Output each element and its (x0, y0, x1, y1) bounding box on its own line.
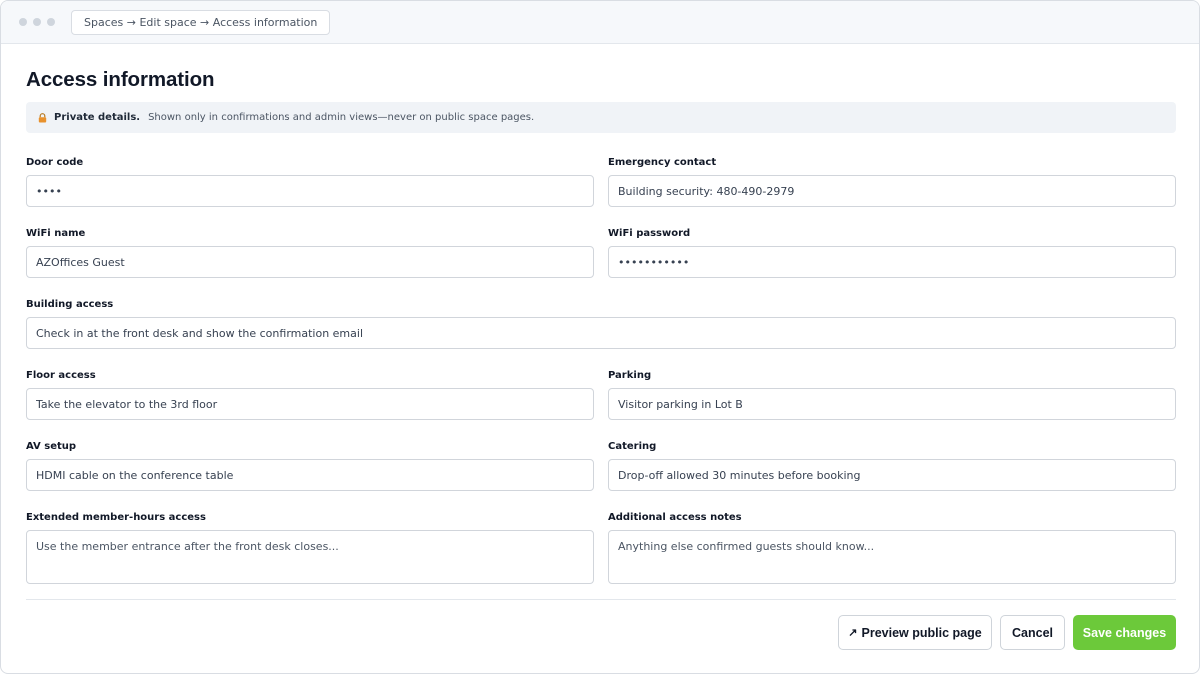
av-setup-label: AV setup (26, 441, 77, 452)
app-window: Spaces → Edit space → Access information… (0, 0, 1200, 674)
catering-input[interactable] (608, 459, 1176, 491)
notice-strong: Private details. (54, 112, 141, 123)
preview-button-label: Preview public page (861, 625, 982, 640)
floor-access-label: Floor access (26, 370, 96, 381)
av-setup-input[interactable] (26, 459, 594, 491)
additional-notes-textarea[interactable] (608, 530, 1176, 584)
building-access-label: Building access (26, 299, 114, 310)
window-dot-maximize[interactable] (47, 18, 55, 26)
page-title: Access information (26, 68, 215, 91)
parking-input[interactable] (608, 388, 1176, 420)
cancel-button[interactable]: Cancel (1000, 615, 1065, 650)
extended-hours-textarea[interactable] (26, 530, 594, 584)
external-link-icon: ↗ (848, 627, 858, 639)
wifi-password-label: WiFi password (608, 228, 691, 239)
parking-label: Parking (608, 370, 652, 381)
lock-icon (38, 112, 50, 123)
window-dot-minimize[interactable] (33, 18, 41, 26)
building-access-input[interactable] (26, 317, 1176, 349)
door-code-input[interactable] (26, 175, 594, 207)
preview-public-page-button[interactable]: ↗ Preview public page (838, 615, 992, 650)
extended-hours-label: Extended member-hours access (26, 512, 206, 523)
footer-divider (26, 599, 1176, 600)
window-controls (19, 18, 55, 26)
notice-text: Shown only in confirmations and admin vi… (148, 112, 535, 123)
wifi-password-input[interactable] (608, 246, 1176, 278)
additional-notes-label: Additional access notes (608, 512, 742, 523)
door-code-label: Door code (26, 157, 84, 168)
save-changes-button[interactable]: Save changes (1073, 615, 1176, 650)
emergency-contact-label: Emergency contact (608, 157, 717, 168)
breadcrumb: Spaces → Edit space → Access information (71, 9, 331, 35)
private-notice: Private details. Shown only in confirmat… (26, 102, 1176, 133)
floor-access-input[interactable] (26, 388, 594, 420)
emergency-contact-input[interactable] (608, 175, 1176, 207)
title-bar: Spaces → Edit space → Access information (1, 1, 1199, 44)
wifi-name-label: WiFi name (26, 228, 86, 239)
wifi-name-input[interactable] (26, 246, 594, 278)
catering-label: Catering (608, 441, 657, 452)
window-dot-close[interactable] (19, 18, 27, 26)
